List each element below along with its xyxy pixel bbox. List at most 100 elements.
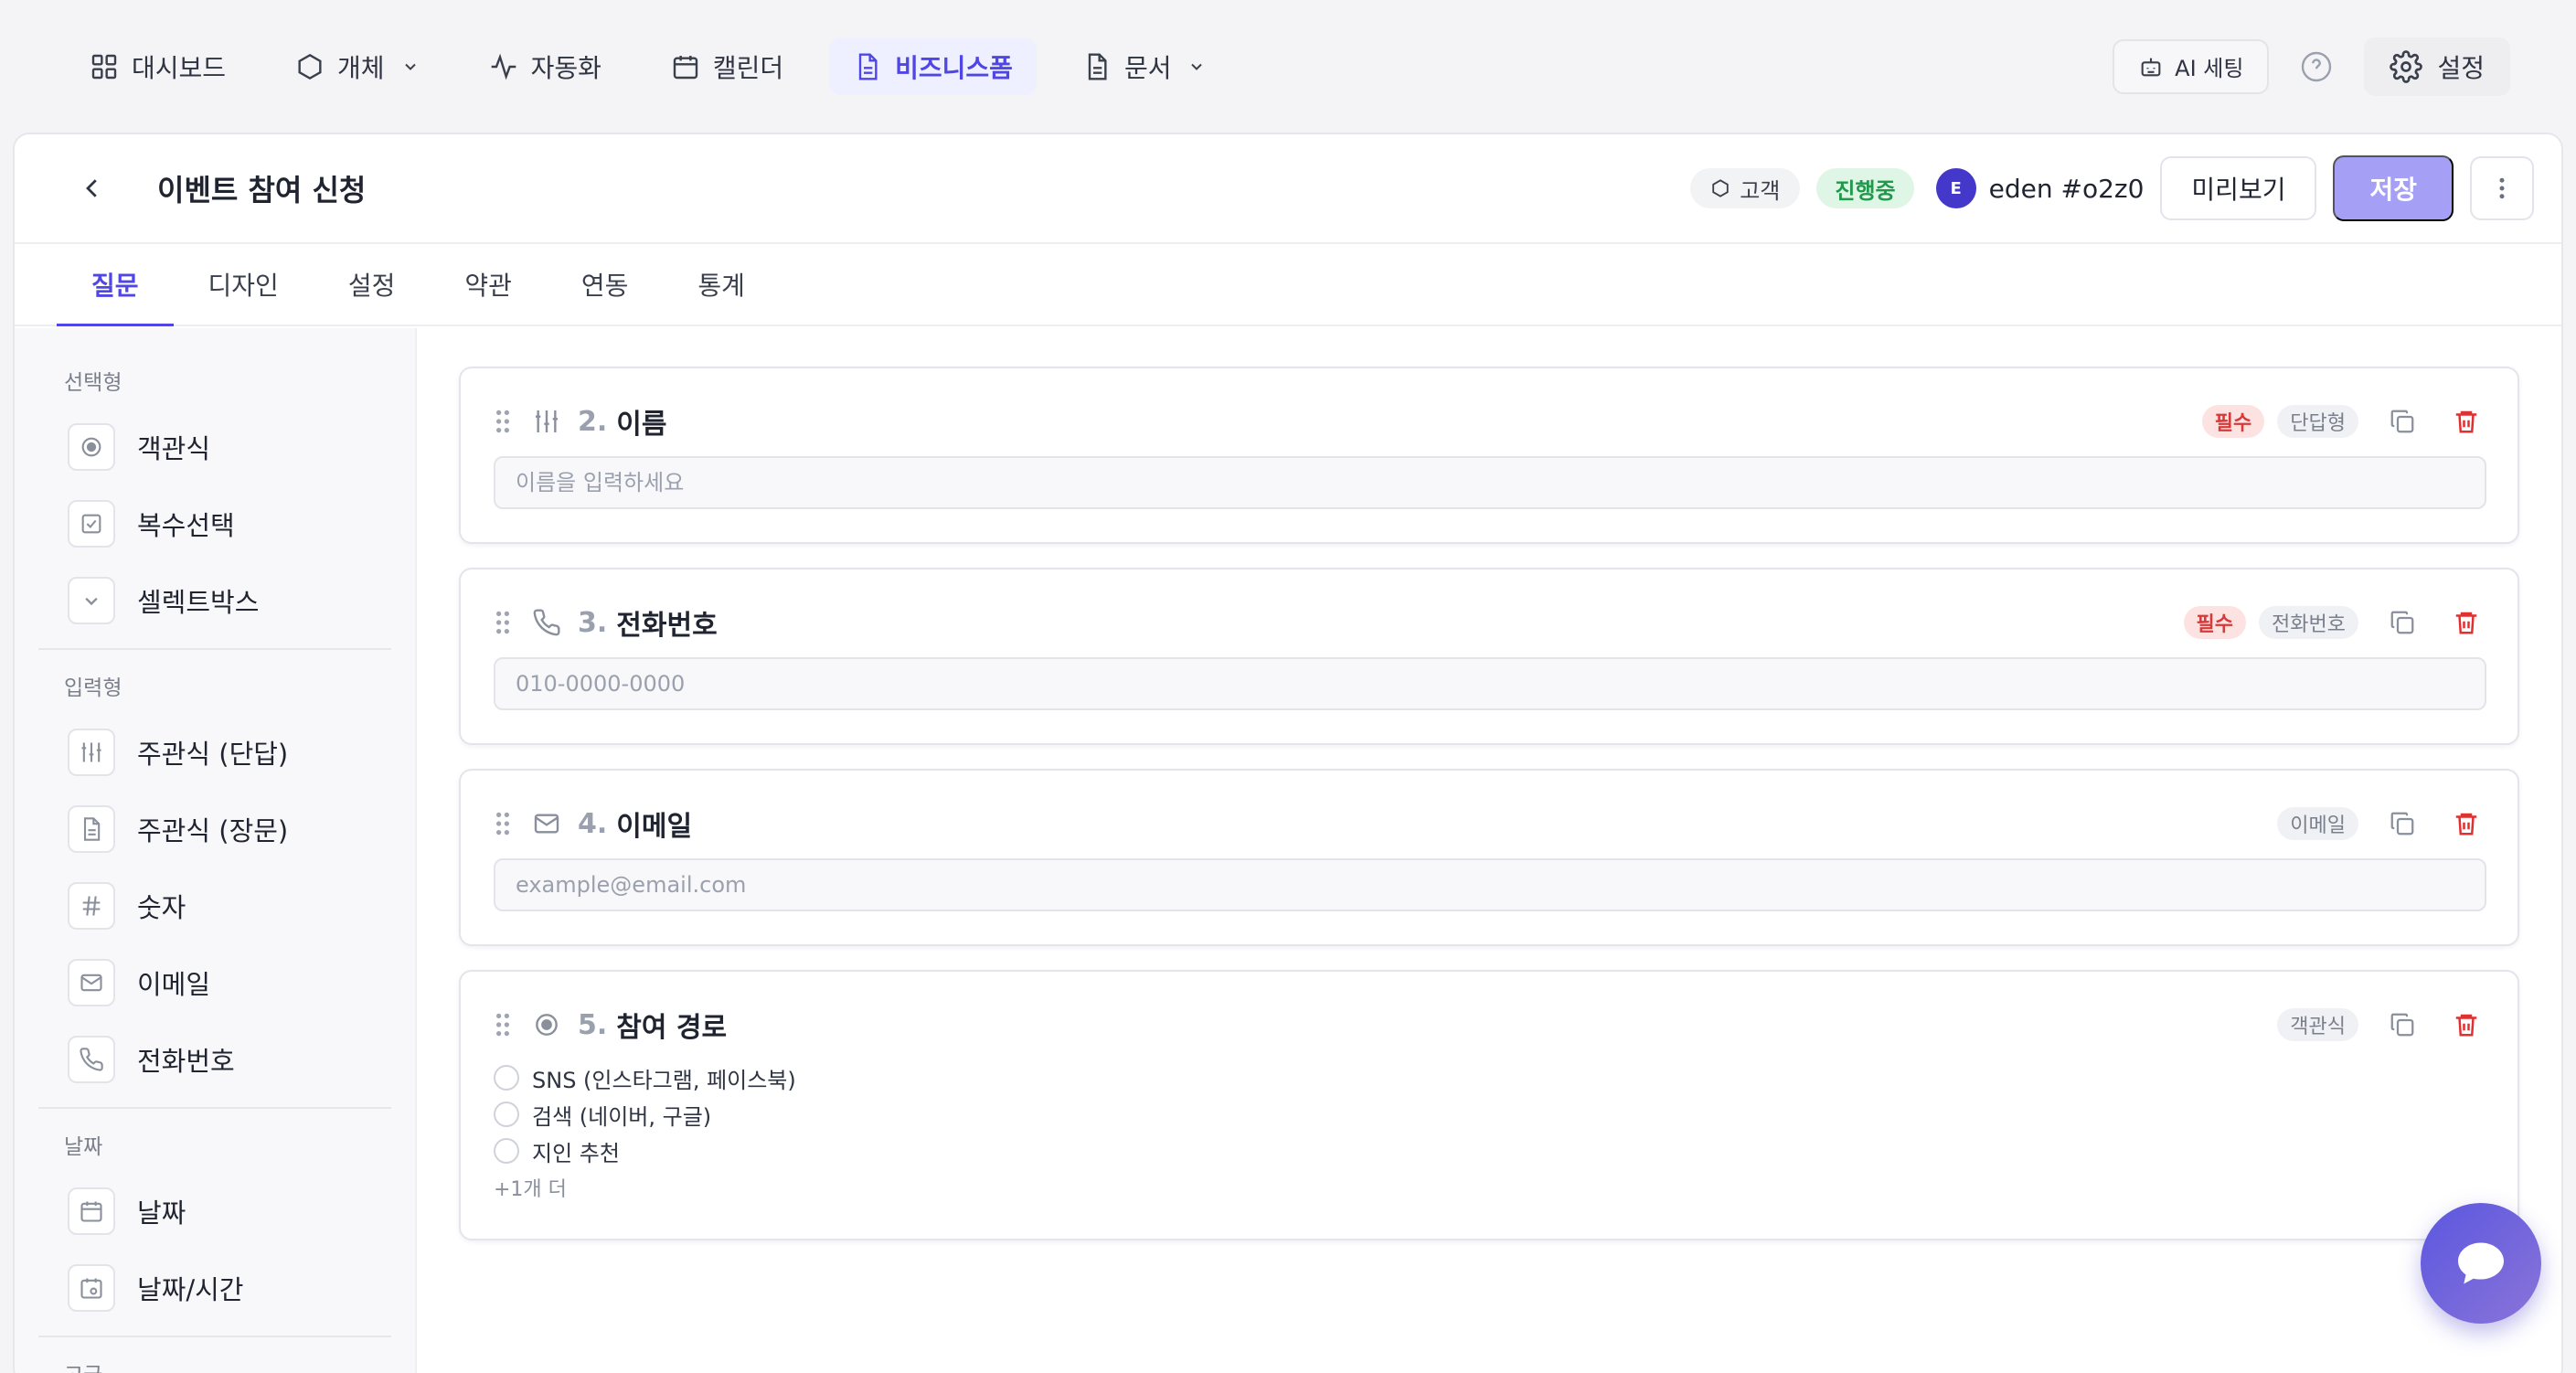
sidebar-item-label: 전화번호 — [137, 1046, 235, 1077]
nav-item-objects[interactable]: 개체 — [271, 38, 443, 95]
sidebar-section-date: 날짜 날짜 날짜/시간 — [38, 1107, 391, 1336]
calendar-clock-icon — [68, 1264, 115, 1312]
more-menu-button[interactable] — [2470, 156, 2534, 220]
sidebar-heading: 입력형 — [64, 676, 122, 700]
sidebar-item-checkbox[interactable]: 복수선택 — [38, 485, 391, 562]
tab-design[interactable]: 디자인 — [174, 244, 314, 326]
settings-button[interactable]: 설정 — [2364, 37, 2510, 96]
drag-handle-icon[interactable] — [494, 1012, 512, 1038]
chevron-left-icon — [86, 179, 97, 197]
delete-button[interactable] — [2446, 804, 2486, 844]
sidebar-item-datetime[interactable]: 날짜/시간 — [38, 1250, 391, 1326]
sidebar-item-number[interactable]: 숫자 — [38, 867, 391, 944]
chevron-down-icon — [1191, 63, 1203, 70]
radio-button[interactable] — [494, 1102, 519, 1127]
copy-icon — [2390, 410, 2414, 433]
sidebar-item-long-answer[interactable]: 주관식 (장문) — [38, 791, 391, 867]
checkbox-icon — [68, 500, 115, 548]
duplicate-button[interactable] — [2382, 1005, 2422, 1045]
tab-questions[interactable]: 질문 — [57, 244, 174, 326]
question-card[interactable]: 5. 참여 경로 객관식 SNS (인스타그램, 페이스북) 검색 (네이버, … — [459, 970, 2519, 1240]
tab-terms[interactable]: 약관 — [430, 244, 547, 326]
chat-bubble-icon — [2458, 1242, 2504, 1284]
duplicate-button[interactable] — [2382, 602, 2422, 643]
form-title: 이벤트 참여 신청 — [157, 173, 367, 208]
question-type-badge: 단답형 — [2277, 405, 2358, 438]
tab-settings[interactable]: 설정 — [314, 244, 431, 326]
save-button[interactable]: 저장 — [2333, 155, 2454, 221]
chat-support-button[interactable] — [2421, 1203, 2541, 1324]
activity-icon — [491, 53, 516, 80]
top-navigation: 대시보드 개체 자동화 캘린더 비즈니스폼 문서 AI 세팅 설정 — [0, 0, 2576, 133]
help-icon — [2302, 51, 2332, 81]
question-card[interactable]: 3. 전화번호 필수 전화번호 — [459, 568, 2519, 745]
delete-button[interactable] — [2446, 1005, 2486, 1045]
question-type-badge: 전화번호 — [2259, 606, 2358, 639]
sidebar-item-label: 셀렉트박스 — [137, 587, 260, 618]
sidebar-item-select-box[interactable]: 셀렉트박스 — [38, 562, 391, 639]
customer-tag: 고객 — [1690, 168, 1801, 208]
option-label: SNS (인스타그램, 페이스북) — [532, 1067, 796, 1093]
option-item[interactable]: 검색 (네이버, 구글) — [494, 1096, 2486, 1133]
duplicate-button[interactable] — [2382, 401, 2422, 442]
question-header: 4. 이메일 이메일 — [494, 791, 2486, 857]
question-card[interactable]: 4. 이메일 이메일 — [459, 769, 2519, 946]
tab-statistics[interactable]: 통계 — [663, 244, 780, 326]
question-card[interactable]: 2. 이름 필수 단답형 — [459, 367, 2519, 544]
drag-handle-icon[interactable] — [494, 409, 512, 434]
back-button[interactable] — [60, 156, 124, 220]
drag-handle-icon[interactable] — [494, 811, 512, 836]
help-button[interactable] — [2289, 39, 2344, 94]
radio-button[interactable] — [494, 1138, 519, 1164]
nav-item-automation[interactable]: 자동화 — [465, 38, 625, 95]
more-options-link[interactable]: +1개 더 — [494, 1169, 2486, 1206]
nav-item-documents[interactable]: 문서 — [1059, 38, 1230, 95]
copy-icon — [2390, 1013, 2414, 1037]
radio-icon — [68, 423, 115, 471]
tab-integration[interactable]: 연동 — [547, 244, 664, 326]
question-number: 4. — [578, 807, 608, 840]
answer-preview-input[interactable] — [494, 456, 2486, 509]
preview-button[interactable]: 미리보기 — [2160, 156, 2317, 220]
sliders-icon — [536, 410, 558, 432]
delete-button[interactable] — [2446, 401, 2486, 442]
mail-icon — [534, 814, 559, 834]
robot-icon — [2141, 58, 2161, 76]
more-vertical-icon — [2499, 177, 2505, 199]
radio-icon — [536, 1014, 558, 1036]
question-header: 3. 전화번호 필수 전화번호 — [494, 590, 2486, 655]
sidebar-item-date[interactable]: 날짜 — [38, 1173, 391, 1250]
sidebar-heading: 선택형 — [64, 371, 122, 395]
trash-icon — [2455, 1014, 2477, 1037]
delete-button[interactable] — [2446, 602, 2486, 643]
required-badge: 필수 — [2183, 606, 2247, 639]
radio-button[interactable] — [494, 1065, 519, 1091]
duplicate-button[interactable] — [2382, 804, 2422, 844]
question-title: 이름 — [616, 409, 667, 441]
mail-icon — [68, 959, 115, 1006]
option-item[interactable]: SNS (인스타그램, 페이스북) — [494, 1059, 2486, 1096]
option-item[interactable]: 지인 추천 — [494, 1133, 2486, 1169]
nav-item-business-form[interactable]: 비즈니스폼 — [829, 37, 1037, 95]
copy-icon — [2390, 611, 2414, 634]
question-meta: 필수 단답형 — [2201, 401, 2486, 442]
question-meta: 필수 전화번호 — [2183, 602, 2486, 643]
hexagon-icon — [298, 53, 322, 80]
question-title: 참여 경로 — [616, 1012, 728, 1044]
phone-icon — [533, 609, 560, 636]
sidebar-item-phone[interactable]: 전화번호 — [38, 1021, 391, 1098]
sidebar-item-email[interactable]: 이메일 — [38, 944, 391, 1021]
question-meta: 객관식 — [2277, 1005, 2486, 1045]
ai-settings-button[interactable]: AI 세팅 — [2113, 38, 2270, 94]
question-type-badge: 객관식 — [2277, 1008, 2358, 1041]
question-type-sidebar: 선택형 객관식 복수선택 셀렉트박스 입력형 주관식 (단답) 주관식 (장문)… — [15, 328, 417, 1373]
option-label: 지인 추천 — [532, 1140, 620, 1166]
nav-item-calendar[interactable]: 캘린더 — [647, 38, 807, 95]
form-header: 이벤트 참여 신청 고객 진행중 E eden #o2z0 미리보기 저장 — [15, 134, 2561, 244]
answer-preview-input[interactable] — [494, 858, 2486, 911]
answer-preview-input[interactable] — [494, 657, 2486, 710]
sidebar-item-multiple-choice[interactable]: 객관식 — [38, 409, 391, 485]
nav-item-dashboard[interactable]: 대시보드 — [66, 38, 250, 95]
drag-handle-icon[interactable] — [494, 610, 512, 635]
sidebar-item-short-answer[interactable]: 주관식 (단답) — [38, 714, 391, 791]
